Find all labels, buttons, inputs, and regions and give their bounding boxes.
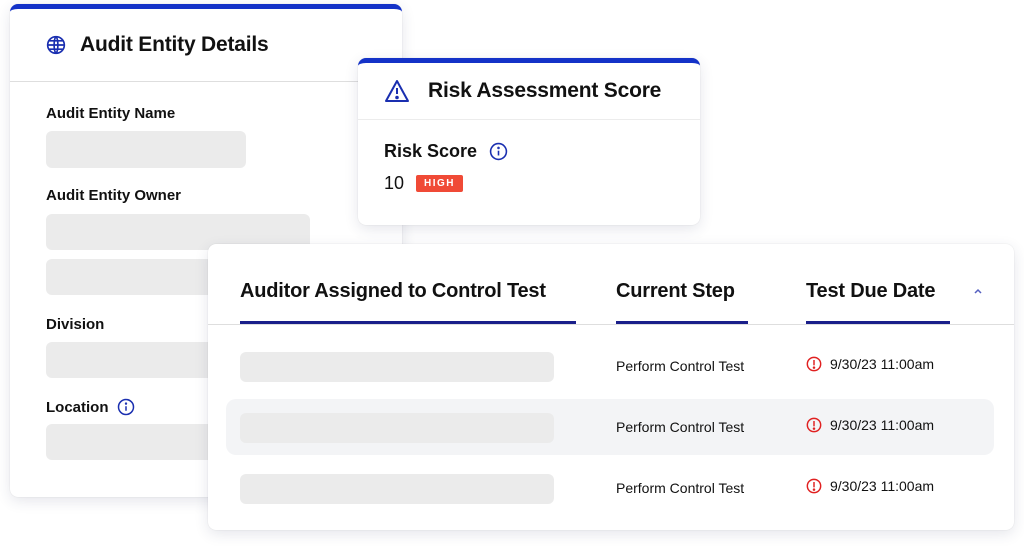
table-row[interactable]: Perform Control Test 9/30/23 11:00am: [226, 338, 994, 394]
risk-score-label: Risk Score: [384, 141, 478, 161]
card-title: Risk Assessment Score: [428, 79, 662, 102]
chevron-up-icon[interactable]: [972, 286, 984, 296]
field-label: Location: [46, 398, 109, 416]
active-column-underline: [806, 321, 950, 324]
alert-circle-icon: [806, 356, 822, 372]
auditor-cell: [240, 474, 554, 504]
current-step-cell: Perform Control Test: [616, 358, 745, 374]
warning-triangle-icon: [385, 80, 409, 102]
current-step-cell: Perform Control Test: [616, 419, 745, 435]
active-column-underline: [240, 321, 576, 324]
column-header-due-date[interactable]: Test Due Date: [806, 280, 935, 303]
due-date-cell: 9/30/23 11:00am: [806, 356, 934, 372]
field-label: Audit Entity Name: [46, 105, 176, 122]
column-header-current-step[interactable]: Current Step: [616, 280, 735, 303]
risk-score-row: 10 HIGH: [384, 173, 464, 194]
column-header-auditor[interactable]: Auditor Assigned to Control Test: [240, 280, 546, 303]
table-row[interactable]: Perform Control Test 9/30/23 11:00am: [226, 399, 994, 455]
field-label: Audit Entity Owner: [46, 187, 181, 204]
alert-circle-icon: [806, 478, 822, 494]
due-date-text: 9/30/23 11:00am: [830, 417, 935, 433]
current-step-cell: Perform Control Test: [616, 480, 745, 496]
due-date-text: 9/30/23 11:00am: [830, 356, 935, 372]
risk-assessment-card: Risk Assessment Score Risk Score 10 HIGH: [358, 58, 700, 225]
card-header: Audit Entity Details: [10, 9, 402, 82]
header-divider: [208, 324, 1014, 325]
risk-level-badge: HIGH: [416, 175, 464, 192]
due-date-cell: 9/30/23 11:00am: [806, 478, 934, 494]
auditor-cell: [240, 352, 554, 382]
table-row[interactable]: Perform Control Test 9/30/23 11:00am: [226, 460, 994, 516]
audit-entity-name-field[interactable]: [46, 131, 246, 168]
control-test-table: Auditor Assigned to Control Test Current…: [208, 244, 1014, 530]
auditor-cell: [240, 413, 554, 443]
due-date-cell: 9/30/23 11:00am: [806, 417, 934, 433]
info-icon[interactable]: [117, 398, 135, 416]
card-header: Risk Assessment Score: [358, 63, 700, 120]
card-title: Audit Entity Details: [80, 33, 269, 56]
due-date-text: 9/30/23 11:00am: [830, 478, 935, 494]
location-label-wrap: Location: [46, 398, 135, 416]
risk-score-label-wrap: Risk Score: [384, 141, 508, 162]
risk-score-value: 10: [384, 173, 405, 193]
alert-circle-icon: [806, 417, 822, 433]
active-column-underline: [616, 321, 748, 324]
field-label: Division: [46, 316, 105, 333]
info-icon[interactable]: [489, 142, 508, 161]
globe-icon: [46, 35, 66, 55]
